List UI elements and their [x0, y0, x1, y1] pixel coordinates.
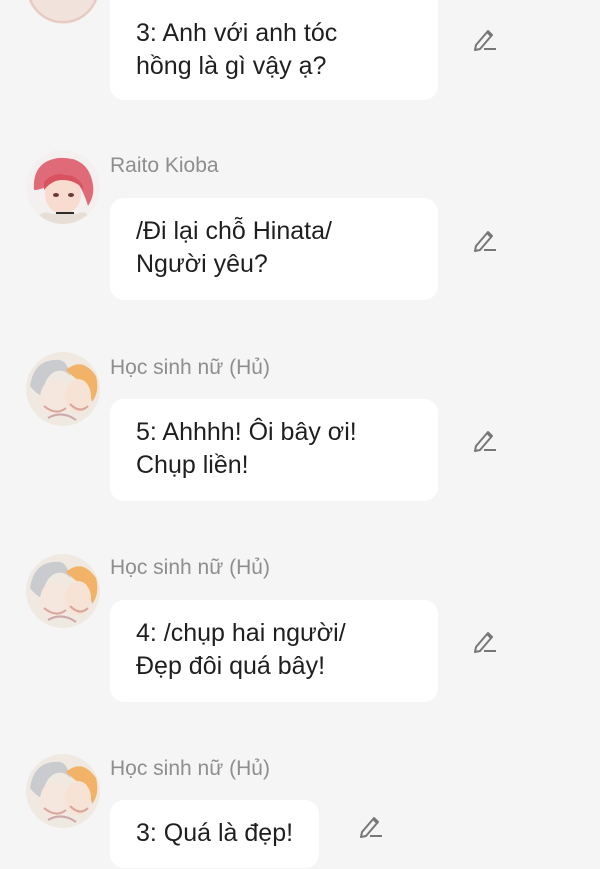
pencil-edit-icon[interactable] [471, 226, 499, 254]
message-bubble[interactable]: 3: Anh với anh tóc hồng là gì vậy ạ? [110, 0, 438, 100]
faint-avatar-icon[interactable] [26, 0, 100, 24]
sender-name: Raito Kioba [110, 154, 219, 177]
chat-thread[interactable]: 3: Anh với anh tóc hồng là gì vậy ạ? Rai… [0, 0, 600, 869]
pencil-edit-icon[interactable] [357, 812, 385, 840]
sender-name: Học sinh nữ (Hủ) [110, 356, 270, 379]
pencil-edit-icon[interactable] [471, 25, 499, 53]
sketch-couple-avatar-icon[interactable] [26, 554, 100, 628]
message-bubble[interactable]: 4: /chụp hai người/ Đẹp đôi quá bây! [110, 600, 438, 702]
message-bubble[interactable]: /Đi lại chỗ Hinata/ Người yêu? [110, 198, 438, 300]
pencil-edit-icon[interactable] [471, 627, 499, 655]
message-bubble[interactable]: 3: Quá là đẹp! [110, 800, 320, 868]
pencil-edit-icon[interactable] [471, 426, 499, 454]
sketch-couple-avatar-icon[interactable] [26, 754, 100, 828]
pink-hair-boy-avatar-icon[interactable] [26, 150, 100, 224]
sender-name: Học sinh nữ (Hủ) [110, 556, 270, 579]
message-bubble[interactable]: 5: Ahhhh! Ôi bây ơi! Chụp liền! [110, 399, 438, 501]
sketch-couple-avatar-icon[interactable] [26, 352, 100, 426]
sender-name: Học sinh nữ (Hủ) [110, 757, 270, 780]
